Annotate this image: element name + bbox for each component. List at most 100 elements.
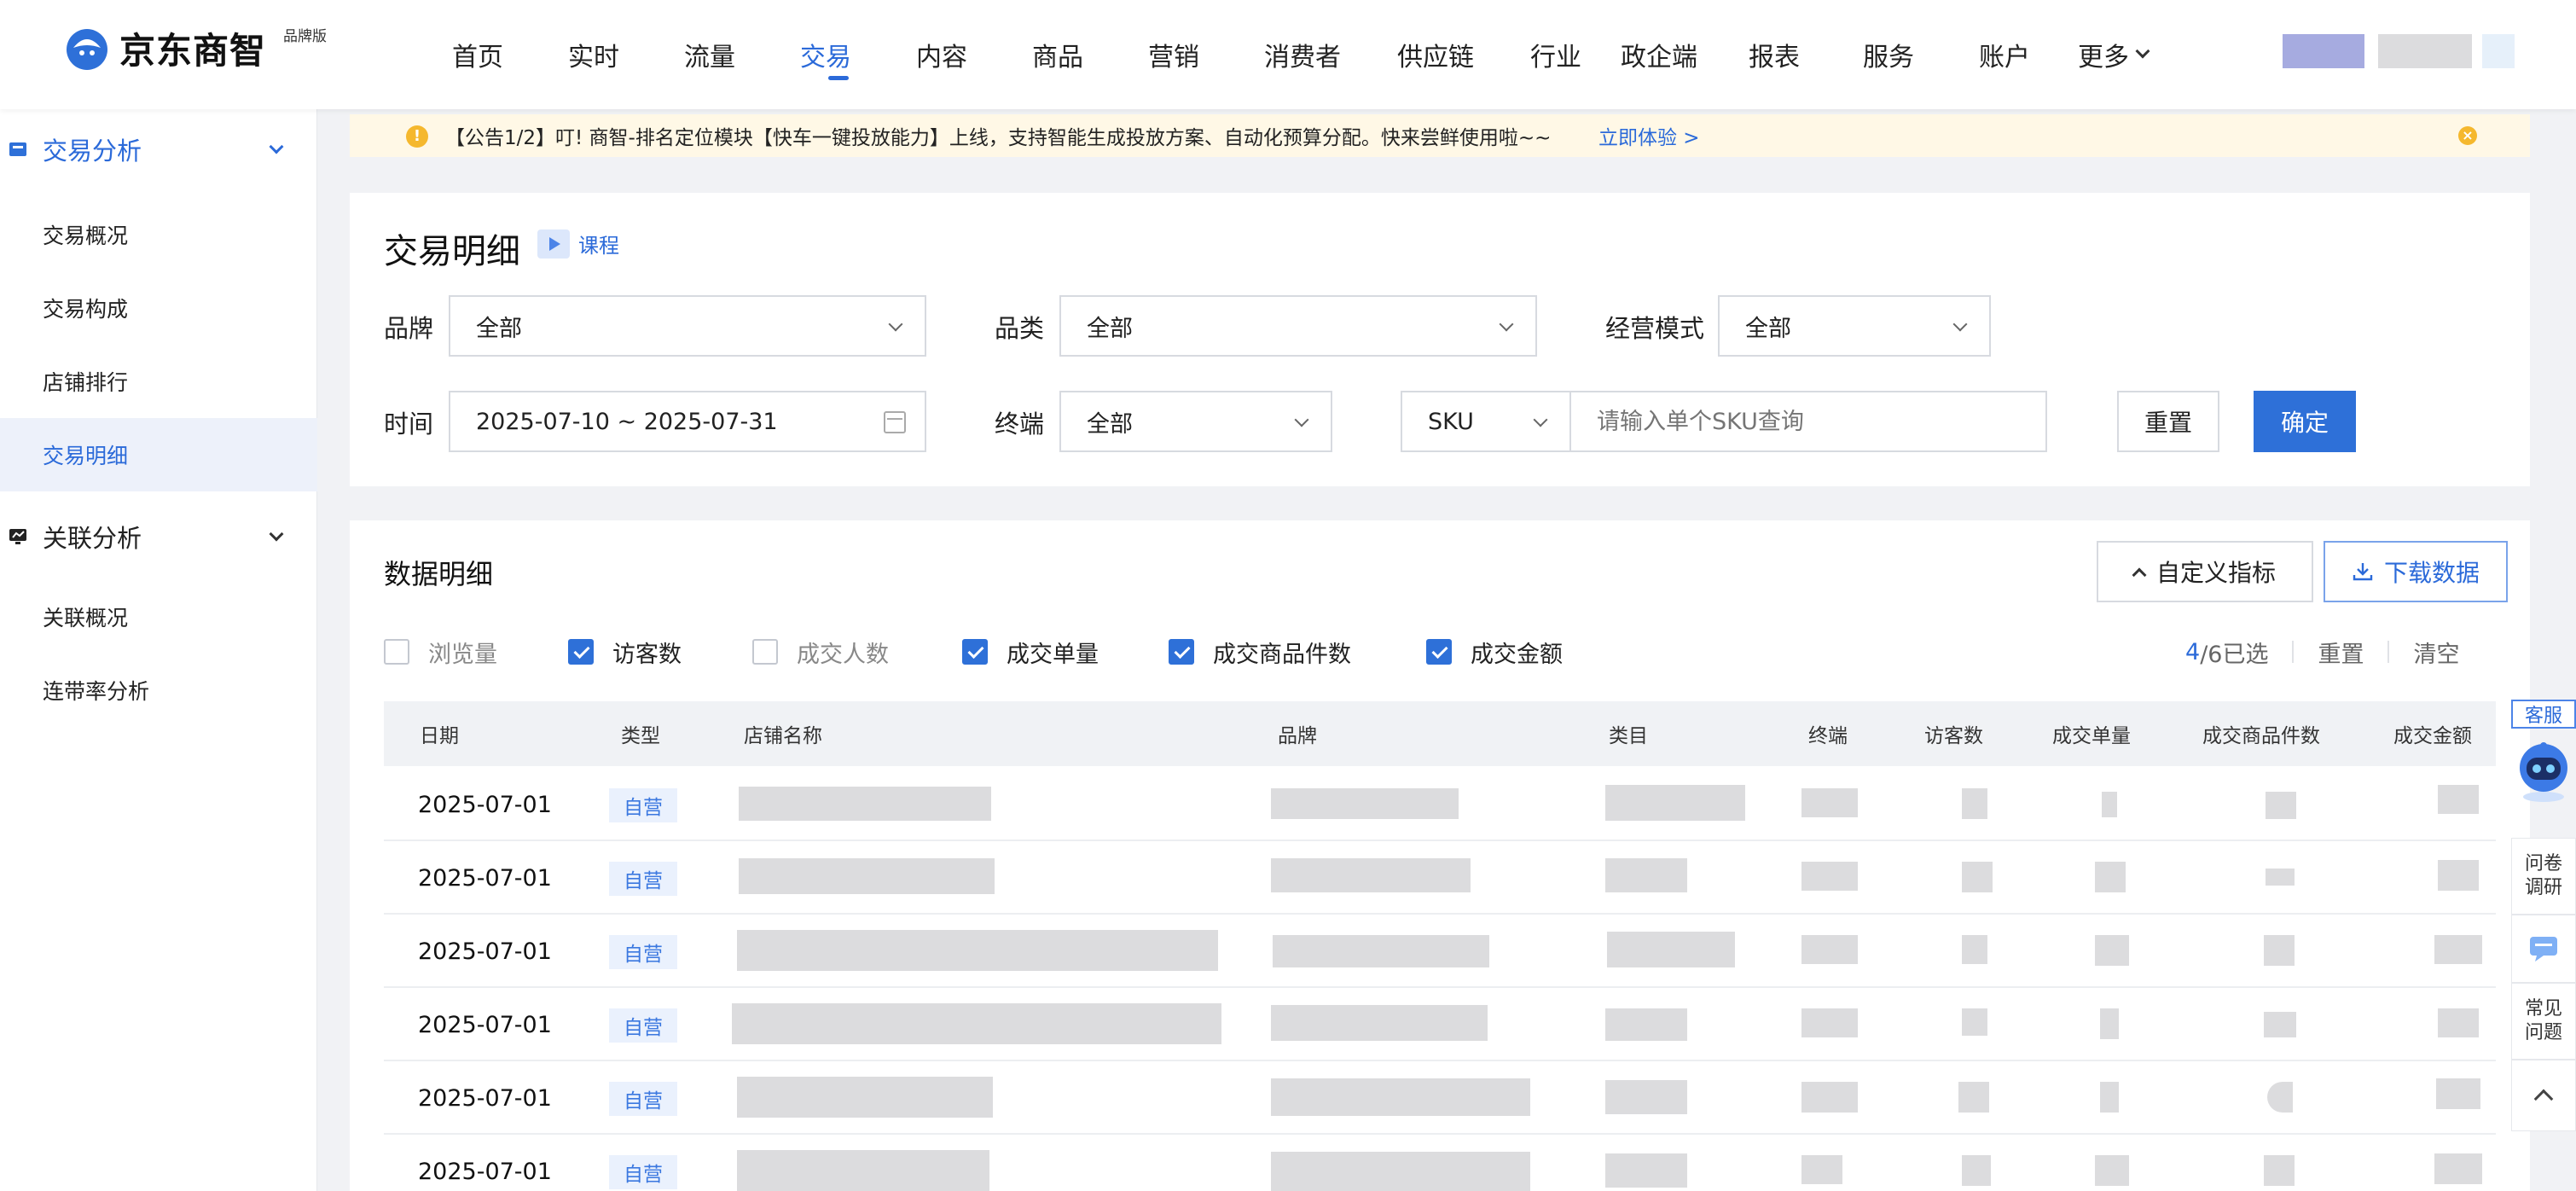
custom-metrics-button[interactable]: 自定义指标 [2097, 541, 2313, 602]
store-name-redacted [739, 858, 995, 894]
nav-realtime[interactable]: 实时 [568, 0, 645, 109]
nav-traffic[interactable]: 流量 [684, 0, 761, 109]
category-select[interactable]: 全部 [1059, 295, 1537, 357]
custom-metrics-label: 自定义指标 [2155, 559, 2276, 587]
nav-trade[interactable]: 交易 [800, 0, 877, 109]
col-items-sold: 成交商品件数 [2202, 725, 2320, 747]
metric-label: 成交商品件数 [1213, 641, 1351, 668]
nav-services[interactable]: 服务 [1863, 0, 1923, 109]
user-name[interactable] [2378, 34, 2472, 68]
sidebar-item-trade-detail[interactable]: 交易明细 [0, 418, 317, 491]
sidebar-item-bundle-rate-analysis[interactable]: 连带率分析 [0, 654, 317, 727]
feedback-button[interactable] [2511, 915, 2576, 983]
visitors-redacted [1962, 1155, 1991, 1186]
metric-items-sold[interactable]: 成交商品件数 [1169, 635, 1351, 669]
robot-assistant-icon[interactable] [2515, 741, 2573, 804]
store-name-redacted [737, 1150, 989, 1191]
metric-buyers[interactable]: 成交人数 [752, 635, 889, 669]
nav-consumer[interactable]: 消费者 [1264, 0, 1358, 109]
survey-button[interactable]: 问卷调研 [2511, 838, 2576, 915]
cell-date: 2025-07-01 [418, 864, 552, 892]
orders-redacted [2102, 792, 2117, 817]
sku-search-input[interactable] [1569, 391, 2047, 452]
sidebar-item-store-ranking[interactable]: 店铺排行 [0, 345, 317, 418]
nav-content[interactable]: 内容 [916, 0, 993, 109]
brand-select[interactable]: 全部 [449, 295, 926, 357]
sidebar-item-association-overview[interactable]: 关联概况 [0, 580, 317, 654]
cell-date: 2025-07-01 [418, 1158, 552, 1185]
chevron-up-icon [2533, 1089, 2554, 1109]
sidebar-item-trade-composition[interactable]: 交易构成 [0, 271, 317, 345]
metric-visitors[interactable]: 访客数 [568, 635, 682, 669]
faq-label: 常见问题 [2524, 998, 2562, 1043]
col-date: 日期 [420, 725, 459, 747]
nav-supply-chain[interactable]: 供应链 [1397, 0, 1491, 109]
course-link[interactable]: 课程 [537, 229, 619, 259]
nav-home[interactable]: 首页 [452, 0, 529, 109]
nav-industry[interactable]: 行业 [1530, 0, 1590, 109]
metric-pageviews[interactable]: 浏览量 [384, 635, 497, 669]
nav-more-label: 更多 [2078, 43, 2129, 73]
table-row[interactable]: 2025-07-01 自营 [384, 1135, 2496, 1191]
chevron-down-icon [1533, 412, 1548, 427]
table-row[interactable]: 2025-07-01 自营 [384, 915, 2496, 988]
sidebar-item-trade-overview[interactable]: 交易概况 [0, 198, 317, 271]
table-row[interactable]: 2025-07-01 自营 [384, 841, 2496, 915]
metric-gmv[interactable]: 成交金额 [1426, 635, 1563, 669]
nav-product[interactable]: 商品 [1032, 0, 1109, 109]
sidebar: 交易分析 交易概况 交易构成 店铺排行 交易明细 关联分析 关联概况 连带率分析 [0, 109, 317, 1191]
confirm-button[interactable]: 确定 [2254, 391, 2356, 452]
category-redacted [1605, 858, 1687, 892]
close-icon[interactable]: × [2458, 126, 2477, 145]
business-mode-label: 经营模式 [1605, 314, 1705, 343]
business-mode-select[interactable]: 全部 [1718, 295, 1991, 357]
checkbox[interactable] [1169, 639, 1194, 665]
section-title: 数据明细 [384, 558, 494, 590]
sidebar-group-trade-analysis[interactable]: 交易分析 [0, 113, 317, 186]
sidebar-group-association-analysis[interactable]: 关联分析 [0, 500, 317, 573]
table-row[interactable]: 2025-07-01 自营 [384, 988, 2496, 1061]
nav-government[interactable]: 政企端 [1621, 0, 1714, 109]
customer-service-button[interactable]: 客服 [2511, 700, 2576, 729]
chevron-down-icon [888, 317, 903, 332]
double-chevron-up-icon [2132, 567, 2147, 583]
divider [2292, 641, 2295, 663]
checkbox[interactable] [1426, 639, 1452, 665]
chevron-down-icon [1294, 412, 1309, 427]
brand-select-value: 全部 [476, 315, 522, 342]
user-avatar[interactable] [2283, 34, 2364, 68]
user-menu-icon[interactable] [2482, 34, 2515, 68]
try-now-link[interactable]: 立即体验 > [1598, 121, 1700, 150]
terminal-select[interactable]: 全部 [1059, 391, 1332, 452]
table-row[interactable]: 2025-07-01 自营 [384, 768, 2496, 841]
reset-button[interactable]: 重置 [2117, 391, 2219, 452]
checkbox[interactable] [568, 639, 594, 665]
metric-orders[interactable]: 成交单量 [962, 635, 1099, 669]
visitors-redacted [1958, 1082, 1989, 1113]
page-title: 交易明细 [384, 232, 520, 271]
orders-redacted [2095, 935, 2129, 966]
faq-button[interactable]: 常见问题 [2511, 983, 2576, 1060]
store-name-redacted [737, 930, 1218, 971]
category-redacted [1605, 1153, 1687, 1188]
checkbox[interactable] [962, 639, 988, 665]
main-nav: 首页 实时 流量 交易 内容 商品 营销 消费者 供应链 行业 政企端 报表 服… [432, 0, 2163, 109]
nav-reports[interactable]: 报表 [1749, 0, 1808, 109]
checkbox[interactable] [384, 639, 409, 665]
back-to-top-button[interactable] [2511, 1060, 2576, 1131]
nav-more[interactable]: 更多 [2078, 0, 2163, 109]
metric-label: 成交单量 [1007, 641, 1099, 668]
date-range-picker[interactable]: 2025-07-10 ~ 2025-07-31 [449, 391, 926, 452]
chevron-down-icon [269, 139, 284, 154]
nav-account[interactable]: 账户 [1979, 0, 2039, 109]
download-data-button[interactable]: 下载数据 [2324, 541, 2508, 602]
association-analysis-icon [9, 529, 26, 544]
nav-marketing[interactable]: 营销 [1148, 0, 1225, 109]
metric-reset-link[interactable]: 重置 [2318, 636, 2364, 669]
jd-logo[interactable]: 京东商智 品牌版 [61, 20, 327, 75]
checkbox[interactable] [752, 639, 778, 665]
sku-type-select[interactable]: SKU [1401, 391, 1571, 452]
table-row[interactable]: 2025-07-01 自营 [384, 1061, 2496, 1135]
time-label: 时间 [384, 410, 434, 439]
metric-clear-link[interactable]: 清空 [2413, 636, 2459, 669]
